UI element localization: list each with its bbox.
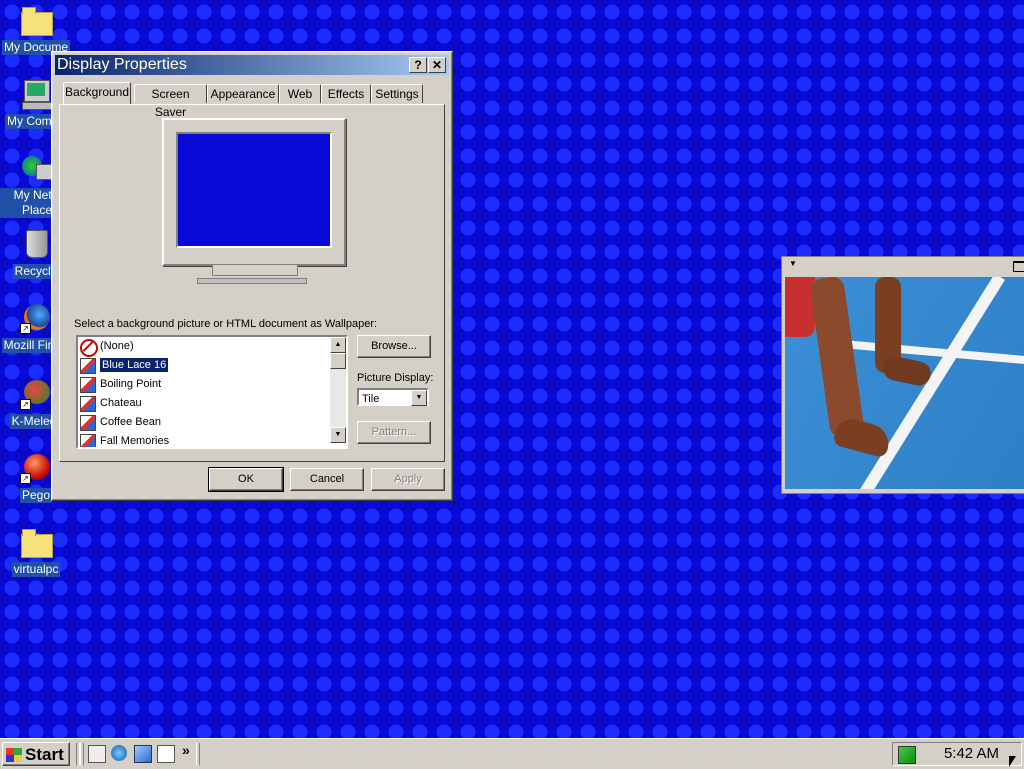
wallpaper-file-icon [80, 396, 96, 412]
chevron-down-icon[interactable]: ▼ [411, 390, 427, 406]
wallpaper-file-icon [80, 415, 96, 431]
picture-display-label: Picture Display: [357, 372, 434, 384]
show-desktop-icon[interactable] [88, 745, 106, 763]
wallpaper-file-icon [80, 358, 96, 374]
image-viewer-window[interactable]: ▼ [781, 256, 1024, 494]
scroll-down-icon[interactable]: ▼ [330, 427, 346, 443]
wallpaper-list[interactable]: (None) Blue Lace 16 Boiling Point Chatea… [76, 335, 348, 449]
browse-button[interactable]: Browse... [357, 335, 431, 358]
wallpaper-label: Select a background picture or HTML docu… [74, 318, 378, 330]
list-item[interactable]: (None) [78, 337, 346, 357]
mouse-cursor-icon [1009, 756, 1016, 767]
list-item[interactable]: Boiling Point [78, 375, 346, 394]
taskbar-grip [196, 743, 200, 765]
pego-icon: ↗ [20, 452, 52, 484]
runner-photo [785, 277, 1024, 489]
monitor-base [197, 278, 307, 284]
preview-screen [176, 132, 332, 248]
list-scrollbar[interactable]: ▲ ▼ [330, 337, 346, 443]
desktop-icon-virtualpc[interactable]: virtualpc [0, 526, 72, 577]
list-item-selected[interactable]: Blue Lace 16 [78, 356, 346, 375]
monitor-stand [212, 264, 298, 276]
wallpaper-file-icon [80, 377, 96, 393]
tray-network-icon[interactable] [898, 746, 916, 764]
internet-explorer-icon[interactable] [111, 745, 127, 761]
ok-button[interactable]: OK [208, 467, 284, 492]
network-places-icon [20, 152, 54, 184]
tab-settings[interactable]: Settings [371, 84, 423, 103]
image-viewer-toolbar: ▼ [782, 257, 1024, 275]
scroll-up-icon[interactable]: ▲ [330, 337, 346, 353]
start-button[interactable]: Start [2, 742, 70, 766]
my-documents-icon [20, 4, 53, 36]
list-item[interactable]: Chateau [78, 394, 346, 413]
recycle-bin-icon [20, 228, 52, 260]
list-item[interactable]: Fall Memories [78, 432, 346, 447]
tab-appearance[interactable]: Appearance [207, 84, 279, 103]
tab-background[interactable]: Background [63, 82, 131, 104]
firefox-icon: ↗ [20, 302, 52, 334]
cancel-button[interactable]: Cancel [290, 468, 364, 491]
quicklaunch-chevron[interactable]: » [182, 742, 190, 758]
taskbar: Start » 5:42 AM [0, 738, 1024, 769]
wallpaper-file-icon [80, 434, 96, 447]
system-tray: 5:42 AM [892, 742, 1022, 766]
scroll-thumb[interactable] [330, 353, 346, 369]
list-item[interactable]: Coffee Bean [78, 413, 346, 432]
menu-arrow-icon[interactable]: ▼ [789, 259, 797, 268]
desktop-icon-my-documents[interactable]: My Docume [0, 4, 72, 55]
apply-button[interactable]: Apply [371, 468, 445, 491]
tab-web[interactable]: Web [279, 84, 321, 103]
tab-screen-saver[interactable]: Screen Saver [134, 84, 207, 119]
search-icon[interactable] [157, 745, 175, 763]
tab-effects[interactable]: Effects [321, 84, 371, 103]
dialog-titlebar[interactable]: Display Properties ? ✕ [55, 55, 449, 75]
monitor-preview [162, 118, 346, 266]
dialog-title: Display Properties [57, 56, 187, 73]
folder-icon [20, 526, 53, 558]
help-button[interactable]: ? [409, 57, 427, 73]
quicklaunch-grip [80, 743, 84, 765]
my-computer-icon [20, 78, 52, 110]
none-icon [80, 339, 98, 357]
maximize-icon[interactable] [1013, 261, 1024, 272]
clock[interactable]: 5:42 AM [944, 743, 999, 765]
pattern-button[interactable]: Pattern... [357, 421, 431, 444]
windows-logo-icon [6, 748, 22, 762]
display-properties-dialog: Display Properties ? ✕ Background Screen… [51, 51, 453, 501]
k-meleon-icon: ↗ [20, 378, 52, 410]
picture-display-select[interactable]: Tile ▼ [357, 388, 429, 406]
outlook-express-icon[interactable] [134, 745, 152, 763]
close-button[interactable]: ✕ [428, 57, 446, 73]
